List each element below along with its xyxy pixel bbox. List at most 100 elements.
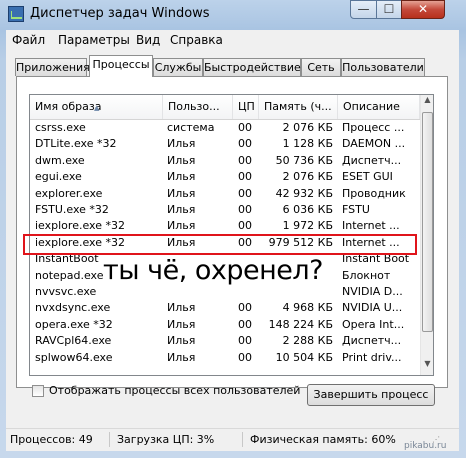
cell-desc: Блокнот [342,268,391,282]
cell-mem: 50 736 КБ [275,153,333,167]
window-title: Диспетчер задач Windows [30,6,210,21]
vertical-scrollbar[interactable]: ▲ ▼ [420,95,433,375]
menu-help[interactable]: Справка [170,33,223,47]
tab-network[interactable]: Сеть [301,58,341,76]
cell-desc: Процесс ... [342,121,405,134]
cell-user: Илья [167,301,196,315]
table-row[interactable]: splwow64.exe Илья 00 10 504 КБ Print driv... [30,350,420,366]
cell-mem: 2 076 КБ [282,121,333,134]
cell-name: DTLite.exe *32 [35,137,117,151]
table-row[interactable]: dwm.exe Илья 00 50 736 КБ Диспетч... [30,153,420,169]
menu-options[interactable]: Параметры [58,33,130,47]
menu-file[interactable]: Файл [12,33,45,47]
cell-user: Илья [167,219,196,233]
sort-up-icon: ▲ [94,104,100,112]
table-row[interactable]: csrss.exe система 00 2 076 КБ Процесс ... [30,120,420,136]
table-row[interactable]: iexplore.exe *32 Илья 00 1 972 КБ Internet .… [30,218,420,234]
scroll-down-arrow-icon[interactable]: ▼ [421,359,433,375]
show-all-processes-checkbox[interactable] [32,385,44,397]
cell-mem [263,284,333,300]
cell-user: Илья [167,137,196,151]
cell-name: splwow64.exe [35,350,113,364]
cell-mem: 6 036 КБ [282,203,333,216]
minimize-button[interactable]: — [350,0,377,19]
cell-cpu: 00 [238,153,252,167]
tab-processes[interactable]: Процессы [89,55,153,77]
cell-desc: ESET GUI [342,170,393,184]
status-bar: Процессов: 49 Загрузка ЦП: 3% Физическая… [6,428,459,451]
cell-mem: 1 972 КБ [282,219,333,233]
cell-cpu: 00 [238,170,252,184]
cell-mem: 2 288 КБ [282,334,333,348]
cell-cpu: 00 [238,137,252,151]
tab-services[interactable]: Службы [153,58,203,76]
meme-caption: ты чё, охренел? [103,255,323,286]
menu-view[interactable]: Вид [136,33,160,47]
cell-user: система [167,121,215,134]
table-row[interactable]: nvvsvc.exe NVIDIA D... [30,284,420,300]
cell-cpu: 00 [238,334,252,348]
tab-performance[interactable]: Быстродействие [203,58,301,76]
cell-mem: 42 932 КБ [275,186,333,200]
cell-desc: NVIDIA U... [342,301,403,315]
table-row[interactable]: RAVCpl64.exe Илья 00 2 288 КБ Диспетч... [30,333,420,349]
cell-desc: Проводник [342,186,406,200]
cell-cpu: 00 [238,121,252,134]
task-manager-window: Диспетчер задач Windows — ☐ ✕ Файл Парам… [0,0,466,458]
table-row[interactable]: egui.exe Илья 00 2 076 КБ ESET GUI [30,169,420,185]
status-processes: Процессов: 49 [10,433,93,446]
cell-cpu: 00 [238,219,252,233]
header-image-name[interactable]: ▲ Имя образа [30,95,163,119]
scroll-up-arrow-icon[interactable]: ▲ [421,95,433,111]
table-row[interactable]: explorer.exe Илья 00 42 932 КБ Проводник [30,186,420,202]
cell-desc: FSTU [342,203,370,216]
menu-bar: Файл Параметры Вид Справка [6,30,459,50]
cell-desc: DAEMON ... [342,137,406,151]
cell-cpu: 00 [238,350,252,364]
title-bar[interactable]: Диспетчер задач Windows — ☐ ✕ [0,0,466,30]
show-all-processes-label[interactable]: Отображать процессы всех пользователей [49,384,300,397]
cell-user: Илья [167,186,196,200]
table-row[interactable]: DTLite.exe *32 Илья 00 1 128 КБ DAEMON ... [30,136,420,152]
cell-cpu: 00 [238,317,252,331]
tab-applications[interactable]: Приложения [15,58,90,76]
task-manager-icon [8,6,24,22]
cell-desc: NVIDIA D... [342,285,403,298]
cell-desc: Диспетч... [342,334,402,348]
status-cpu: Загрузка ЦП: 3% [117,433,215,446]
cell-user [167,284,233,300]
cell-cpu: 00 [238,203,252,216]
cell-name: egui.exe [35,170,82,184]
cell-user: Илья [167,170,196,184]
cell-cpu [238,284,258,300]
cell-mem: 4 968 КБ [282,301,333,315]
cell-desc: Internet ... [342,219,400,233]
cell-user: Илья [167,334,196,348]
cell-name: nvxdsync.exe [35,301,111,315]
table-row[interactable]: opera.exe *32 Илья 00 148 224 КБ Opera Int..… [30,317,420,333]
header-cpu[interactable]: ЦП [233,95,259,119]
highlight-box [23,234,417,255]
scroll-thumb[interactable] [422,112,433,332]
table-row[interactable]: FSTU.exe *32 Илья 00 6 036 КБ FSTU [30,202,420,218]
cell-cpu: 00 [238,301,252,315]
tab-users[interactable]: Пользователи [341,58,425,76]
header-user[interactable]: Пользо... [163,95,233,119]
end-process-button[interactable]: Завершить процесс [307,384,435,406]
cell-name: dwm.exe [35,153,85,167]
cell-name: FSTU.exe *32 [35,203,109,216]
cell-desc: Print driv... [342,350,402,364]
close-button[interactable]: ✕ [401,0,445,19]
header-description[interactable]: Описание [338,95,420,119]
list-header: ▲ Имя образа Пользо... ЦП Память (ч... О… [30,95,420,120]
header-memory[interactable]: Память (ч... [259,95,338,119]
cell-name: nvvsvc.exe [35,285,97,298]
cell-name: iexplore.exe *32 [35,219,125,233]
status-memory: Физическая память: 60% [250,433,396,446]
cell-user: Илья [167,350,196,364]
cell-user: Илья [167,203,196,216]
maximize-button[interactable]: ☐ [376,0,402,19]
cell-user: Илья [167,153,196,167]
table-row[interactable]: nvxdsync.exe Илья 00 4 968 КБ NVIDIA U... [30,300,420,316]
cell-mem: 2 076 КБ [282,170,333,184]
